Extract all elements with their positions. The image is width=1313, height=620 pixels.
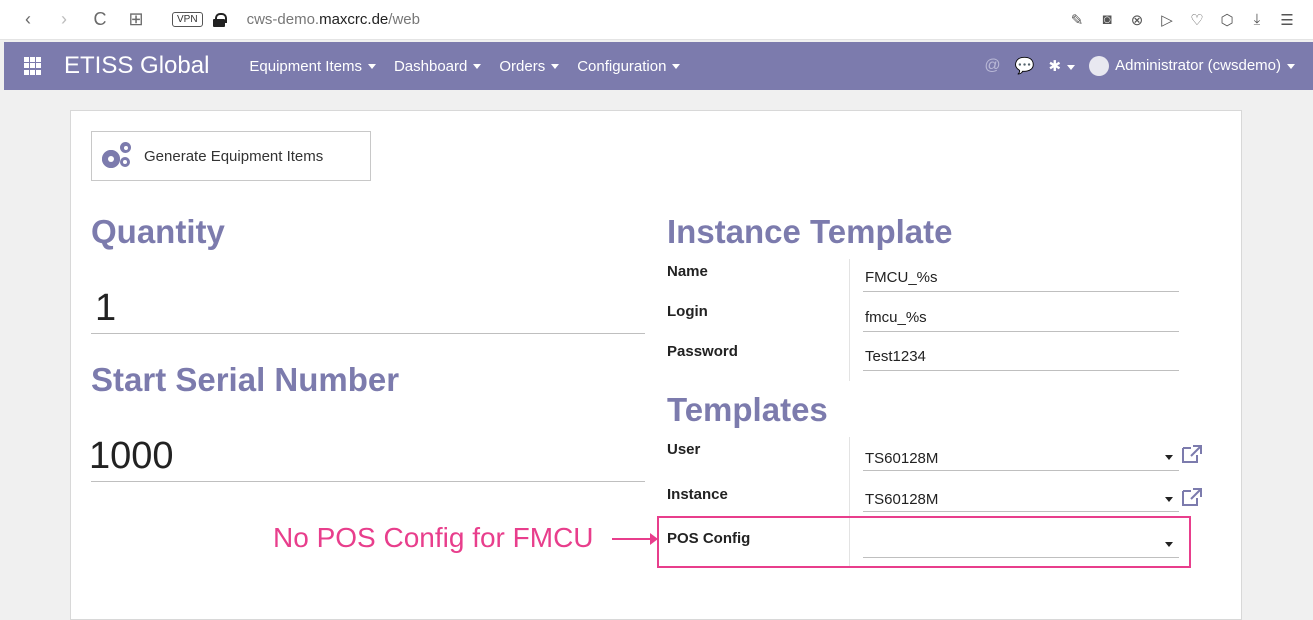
generate-equipment-items-button[interactable]: Generate Equipment Items [91, 131, 371, 181]
apps-grid-icon[interactable] [24, 57, 42, 75]
main-menu: Equipment Items Dashboard Orders Configu… [249, 57, 681, 75]
cube-icon[interactable]: ⬡ [1217, 11, 1237, 29]
send-icon[interactable]: ▷ [1157, 11, 1177, 29]
reload-icon[interactable]: C [82, 9, 118, 30]
password-field[interactable]: Test1234 [865, 348, 926, 365]
back-icon[interactable]: ‹ [10, 9, 46, 30]
caret-down-icon [1287, 63, 1295, 69]
caret-down-icon [367, 64, 376, 70]
name-field[interactable]: FMCU_%s [865, 269, 938, 286]
password-underline [863, 370, 1179, 371]
mention-icon[interactable]: @ [984, 57, 1000, 75]
annotation-highlight-box [657, 516, 1191, 568]
login-underline [863, 331, 1179, 332]
lock-icon[interactable] [212, 12, 227, 27]
name-underline [863, 291, 1179, 292]
start-serial-heading: Start Serial Number [91, 361, 400, 398]
menu-label: Equipment Items [249, 57, 362, 75]
caret-down-icon [551, 64, 560, 70]
caret-down-icon [1067, 64, 1076, 70]
camera-icon[interactable]: ◙ [1097, 11, 1117, 29]
browser-actions: ✎ ◙ ⊗ ▷ ♡ ⬡ ⤓ ☰ [1067, 11, 1313, 29]
vpn-badge[interactable]: VPN [172, 12, 203, 27]
external-link-icon[interactable] [1181, 487, 1203, 507]
gears-icon [100, 140, 136, 172]
annotation-arrow [612, 533, 658, 545]
instance-label: Instance [667, 486, 728, 503]
url-prefix: cws-demo. [246, 11, 320, 28]
address-bar[interactable]: cws-demo.maxcrc.de/web [247, 11, 420, 28]
start-serial-input[interactable]: 1000 [89, 435, 174, 478]
menu-label: Orders [499, 57, 546, 75]
url-path: /web [388, 11, 420, 28]
user-menu[interactable]: Administrator (cwsdemo) [1089, 56, 1295, 76]
url-domain: maxcrc.de [319, 11, 389, 28]
quantity-input[interactable]: 1 [95, 287, 116, 330]
instance-underline [863, 511, 1179, 512]
top-navbar: ETISS Global Equipment Items Dashboard O… [4, 42, 1313, 90]
dropdown-caret-icon[interactable] [1165, 455, 1173, 460]
chat-icon[interactable]: 💬 [1015, 56, 1035, 76]
user-name: Administrator (cwsdemo) [1115, 56, 1281, 74]
instance-template-heading: Instance Template [667, 213, 953, 250]
menu-dashboard[interactable]: Dashboard [393, 57, 482, 75]
serial-underline [91, 481, 645, 482]
external-link-icon[interactable] [1181, 444, 1203, 464]
user-template-select[interactable]: TS60128M [865, 450, 938, 467]
navbar-systray: @ 💬 ✱ Administrator (cwsdemo) [984, 56, 1313, 76]
edit-icon[interactable]: ✎ [1067, 11, 1087, 29]
caret-down-icon [473, 64, 482, 70]
user-label: User [667, 441, 701, 458]
login-field[interactable]: fmcu_%s [865, 309, 927, 326]
heart-icon[interactable]: ♡ [1187, 11, 1207, 29]
name-label: Name [667, 263, 708, 280]
user-underline [863, 470, 1179, 471]
instance-template-select[interactable]: TS60128M [865, 491, 938, 508]
menu-label: Configuration [577, 57, 667, 75]
browser-toolbar: ‹ › C ⊞ VPN cws-demo.maxcrc.de/web ✎ ◙ ⊗… [0, 0, 1313, 40]
tabs-grid-icon[interactable]: ⊞ [118, 9, 154, 30]
templates-heading: Templates [667, 391, 828, 428]
debug-bug-icon[interactable]: ✱ [1049, 57, 1076, 75]
field-separator [849, 259, 850, 381]
caret-down-icon [672, 64, 681, 70]
login-label: Login [667, 303, 708, 320]
dropdown-caret-icon[interactable] [1165, 497, 1173, 502]
block-icon[interactable]: ⊗ [1127, 11, 1147, 29]
menu-equipment-items[interactable]: Equipment Items [249, 58, 376, 75]
app-brand[interactable]: ETISS Global [64, 52, 209, 80]
menu-configuration[interactable]: Configuration [577, 57, 681, 75]
menu-orders[interactable]: Orders [499, 57, 560, 75]
forward-icon[interactable]: › [46, 9, 82, 30]
quantity-heading: Quantity [91, 213, 225, 250]
annotation-text: No POS Config for FMCU [273, 522, 594, 553]
password-label: Password [667, 343, 738, 360]
quantity-underline [91, 333, 645, 334]
menu-label: Dashboard [393, 57, 468, 75]
settings-sliders-icon[interactable]: ☰ [1277, 11, 1297, 29]
download-icon[interactable]: ⤓ [1247, 11, 1267, 29]
avatar [1089, 56, 1110, 76]
button-label: Generate Equipment Items [144, 147, 324, 165]
